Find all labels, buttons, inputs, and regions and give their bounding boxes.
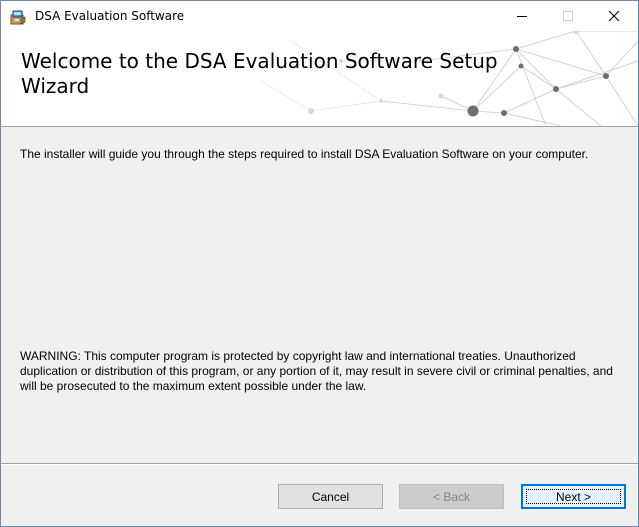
close-icon [608,10,620,22]
title-bar[interactable]: DSA Evaluation Software [1,1,638,31]
minimize-icon [517,16,527,17]
cancel-button-label: Cancel [311,489,350,504]
intro-text: The installer will guide you through the… [20,147,589,161]
maximize-icon [563,11,573,21]
minimize-button[interactable] [499,1,545,31]
window-title: DSA Evaluation Software [35,9,185,23]
next-button[interactable]: Next > [521,484,626,509]
wizard-banner: Welcome to the DSA Evaluation Software S… [1,31,638,127]
cancel-button[interactable]: Cancel [278,484,383,509]
setup-wizard-window: DSA Evaluation Software Welcome to the D… [0,0,639,527]
wizard-title: Welcome to the DSA Evaluation Software S… [21,49,498,98]
next-button-label: Next > [555,489,591,504]
maximize-button[interactable] [545,1,591,31]
back-button[interactable]: < Back [399,484,504,509]
back-button-label: < Back [432,489,471,504]
close-button[interactable] [591,1,637,31]
copyright-warning: WARNING: This computer program is protec… [20,349,613,393]
installer-package-icon [9,8,27,26]
wizard-body: The installer will guide you through the… [1,127,638,463]
wizard-footer: Cancel < Back Next > [1,465,638,526]
